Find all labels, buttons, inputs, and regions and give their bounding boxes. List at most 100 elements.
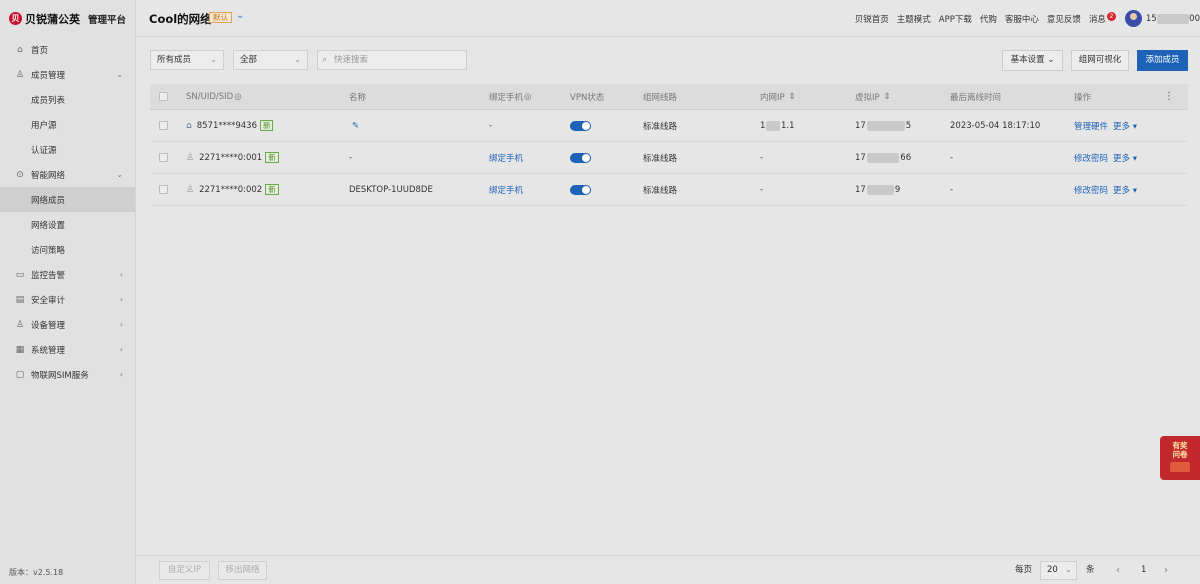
vpn-toggle[interactable] (570, 110, 591, 141)
link-theme-mode[interactable]: 主题模式 (897, 13, 931, 25)
sidebar-item-label: 网络设置 (31, 220, 66, 231)
toggle-switch[interactable] (570, 120, 591, 131)
virtual-ip-part: 66 (900, 152, 912, 163)
lan-ip-masked: 00. (766, 120, 780, 131)
brand-subtitle: 管理平台 (88, 14, 127, 26)
row-route: 标准线路 (643, 121, 678, 132)
change-password-link[interactable]: 修改密码 (1074, 142, 1108, 173)
sidebar-item-label: 智能网络 (31, 170, 66, 181)
network-visualize-button[interactable]: 组网可视化 (1071, 50, 1129, 71)
checkbox[interactable] (159, 92, 168, 101)
link-purchase[interactable]: 代购 (980, 13, 997, 25)
sidebar-item-security-audit[interactable]: ▤ 安全审计 › (0, 287, 135, 312)
sidebar-item-smart-network[interactable]: ⊙ 智能网络 ⌄ (0, 162, 135, 187)
page-size-select[interactable]: 20 ⌄ (1040, 561, 1077, 580)
change-password-link[interactable]: 修改密码 (1074, 174, 1108, 205)
row-id: ♙ 2271****0:002 新 (186, 174, 279, 205)
search-input[interactable]: ⌕ 快速搜索 (317, 50, 467, 70)
sidebar-item-home[interactable]: ⌂ 首页 (0, 37, 135, 62)
chevron-down-icon: ⌄ (294, 55, 301, 64)
sidebar-item-member-list[interactable]: 成员列表 (0, 87, 135, 112)
link-support-center[interactable]: 客服中心 (1005, 13, 1039, 25)
toggle-switch[interactable] (570, 184, 591, 195)
lan-ip-part: 1.1 (780, 120, 795, 131)
row-id-text: 8571****9436 (196, 120, 257, 131)
sidebar: 贝 贝锐蒲公英 管理平台 ⌂ 首页 ♙ 成员管理 ⌄ 成员列表 用户源 认证源 … (0, 0, 136, 584)
basic-settings-button[interactable]: 基本设置 ⌄ (1002, 50, 1063, 71)
row-last-offline: 2023-05-04 18:17:10 (950, 120, 1041, 131)
add-member-button[interactable]: 添加成员 (1137, 50, 1188, 71)
survey-promo[interactable]: 有奖 问卷 (1160, 436, 1200, 480)
col-route: 组网线路 (643, 92, 678, 103)
edit-name-icon[interactable]: ✎ (352, 110, 359, 141)
network-switch-chevron-icon[interactable]: ⌄ (236, 10, 244, 21)
version-label: 版本：v2.5.18 (9, 568, 64, 577)
manage-hardware-link[interactable]: 管理硬件 (1074, 110, 1108, 141)
sidebar-item-system-management[interactable]: ▦ 系统管理 › (0, 337, 135, 362)
sidebar-item-iot-sim[interactable]: ▢ 物联网SIM服务 › (0, 362, 135, 387)
link-app-download[interactable]: APP下载 (939, 13, 972, 25)
vpn-toggle[interactable] (570, 142, 591, 173)
user-icon: ♙ (186, 184, 195, 195)
row-checkbox[interactable] (159, 142, 168, 173)
brand[interactable]: 贝 贝锐蒲公英 管理平台 (0, 0, 135, 37)
next-page-button[interactable]: › (1164, 556, 1168, 584)
checkbox[interactable] (159, 153, 168, 162)
col-lan-ip-label: 内网IP (760, 92, 785, 103)
sidebar-item-member-management[interactable]: ♙ 成员管理 ⌄ (0, 62, 135, 87)
custom-ip-button[interactable]: 自定义IP (159, 561, 210, 580)
checkbox[interactable] (159, 121, 168, 130)
sidebar-item-label: 认证源 (31, 145, 57, 156)
user-account-prefix: 15 (1145, 13, 1157, 24)
row-name: DESKTOP-1UUD8DE (349, 184, 433, 195)
user-icon: ♙ (15, 69, 25, 80)
chevron-down-icon: ⌄ (1047, 55, 1055, 65)
toggle-switch[interactable] (570, 152, 591, 163)
new-tag: 新 (265, 184, 279, 195)
sidebar-item-auth-source[interactable]: 认证源 (0, 137, 135, 162)
more-actions-dropdown[interactable]: 更多 ▾ (1113, 142, 1137, 173)
column-settings-icon[interactable]: ⋮ (1164, 84, 1174, 109)
eye-icon[interactable]: ◎ (234, 92, 241, 102)
sidebar-item-user-source[interactable]: 用户源 (0, 112, 135, 137)
eye-icon[interactable]: ◎ (524, 92, 531, 102)
user-account[interactable]: 1500000000 (1145, 13, 1200, 24)
sidebar-item-monitoring[interactable]: ▭ 监控告警 › (0, 262, 135, 287)
row-checkbox[interactable] (159, 174, 168, 205)
top-links: 贝锐首页 主题模式 APP下载 代购 客服中心 意见反馈 消息2 1500000… (847, 0, 1200, 37)
link-messages[interactable]: 消息 2 (1089, 11, 1116, 25)
sidebar-item-label: 设备管理 (31, 320, 66, 331)
members-table: SN/UID/SID ◎ 名称 绑定手机 ◎ VPN状态 组网线路 内网IP ⇕… (150, 84, 1188, 206)
user-account-suffix: 00 (1189, 13, 1200, 24)
col-virtual-ip[interactable]: 虚拟IP ⇕ (855, 84, 891, 109)
row-checkbox[interactable] (159, 110, 168, 141)
more-actions-dropdown[interactable]: 更多 ▾ (1113, 110, 1137, 141)
type-filter-value: 全部 (240, 55, 258, 65)
sidebar-item-network-settings[interactable]: 网络设置 (0, 212, 135, 237)
member-filter-select[interactable]: 所有成员 ⌄ (150, 50, 224, 70)
link-feedback[interactable]: 意见反馈 (1047, 13, 1081, 25)
row-virtual-ip: 17000009 (855, 174, 900, 205)
type-filter-select[interactable]: 全部 ⌄ (233, 50, 308, 70)
vpn-toggle[interactable] (570, 174, 591, 205)
table-row: ⌂ 8571****9436 新 ✎ - 标准线路 100.1.1 170000… (150, 110, 1188, 142)
prev-page-button[interactable]: ‹ (1116, 556, 1120, 584)
exit-network-button[interactable]: 移出网络 (218, 561, 267, 580)
bind-phone-link[interactable]: 绑定手机 (489, 174, 523, 205)
message-count-badge: 2 (1106, 11, 1116, 21)
member-filter-value: 所有成员 (157, 55, 192, 65)
col-lan-ip[interactable]: 内网IP ⇕ (760, 84, 796, 109)
virtual-ip-masked: 0000000 (866, 120, 905, 131)
sidebar-item-access-policy[interactable]: 访问策略 (0, 237, 135, 262)
avatar[interactable] (1124, 10, 1142, 27)
more-actions-dropdown[interactable]: 更多 ▾ (1113, 174, 1137, 205)
link-home[interactable]: 贝锐首页 (855, 13, 889, 25)
checkbox[interactable] (159, 185, 168, 194)
user-account-masked: 000000 (1156, 13, 1190, 24)
row-virtual-ip: 1700000005 (855, 110, 911, 141)
sidebar-item-network-members[interactable]: 网络成员 (0, 187, 135, 212)
page-number-1[interactable]: 1 (1141, 556, 1146, 584)
select-all-checkbox[interactable] (159, 84, 168, 109)
sidebar-item-device-management[interactable]: ♙ 设备管理 › (0, 312, 135, 337)
bind-phone-link[interactable]: 绑定手机 (489, 142, 523, 173)
